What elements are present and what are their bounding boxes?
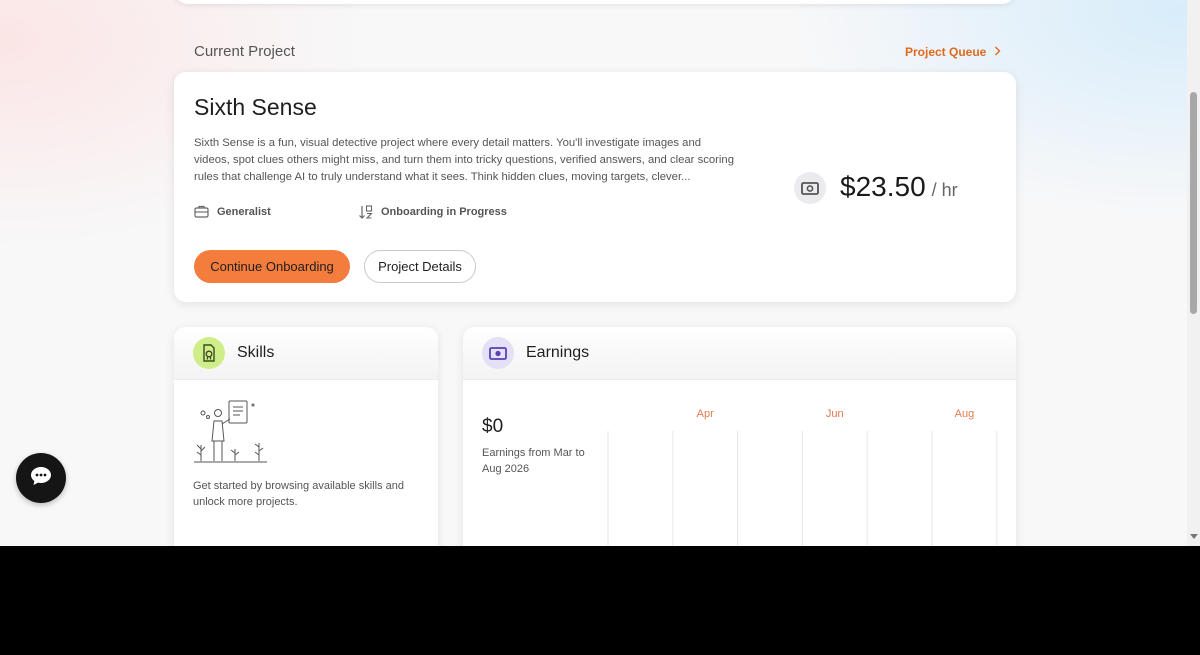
earnings-card: Earnings $0 Earnings from Mar to Aug 202… — [463, 327, 1016, 546]
project-queue-label: Project Queue — [905, 45, 987, 59]
chat-button[interactable] — [16, 453, 66, 503]
chart-tick-label: Apr — [697, 408, 714, 420]
project-role: Generalist — [194, 205, 271, 218]
rate-unit: / hr — [931, 180, 958, 200]
project-role-label: Generalist — [217, 205, 271, 218]
hourly-rate: $23.50 / hr — [840, 171, 958, 203]
project-queue-link[interactable]: Project Queue — [905, 45, 1001, 59]
section-title: Current Project — [194, 43, 295, 60]
chat-bubble-icon — [30, 466, 52, 491]
scrollbar-thumb[interactable] — [1190, 92, 1197, 314]
continue-onboarding-button[interactable]: Continue Onboarding — [194, 250, 350, 283]
briefcase-icon — [194, 205, 209, 218]
skills-card-header: Skills — [174, 327, 438, 380]
rate-amount: $23.50 — [840, 171, 926, 202]
skills-illustration — [193, 399, 273, 470]
page-viewport: Current Project Project Queue Sixth Sens… — [0, 0, 1200, 546]
scroll-down-arrow-icon[interactable] — [1190, 534, 1198, 539]
sort-arrows-icon — [358, 205, 373, 219]
earnings-chart: Apr Jun Aug — [607, 408, 998, 546]
project-card: Sixth Sense Sixth Sense is a fun, visual… — [174, 72, 1016, 302]
chart-tick-label: Jun — [826, 408, 844, 420]
project-title: Sixth Sense — [194, 94, 317, 120]
skills-description: Get started by browsing available skills… — [193, 480, 404, 508]
project-description: Sixth Sense is a fun, visual detective p… — [194, 137, 734, 183]
skills-card: Skills Get started by browsing available… — [174, 327, 438, 546]
project-details-button[interactable]: Project Details — [364, 250, 476, 283]
project-status-label: Onboarding in Progress — [381, 206, 507, 218]
scrollbar[interactable] — [1187, 0, 1200, 546]
project-status: Onboarding in Progress — [358, 205, 507, 219]
chevron-right-icon — [994, 45, 1001, 59]
chart-tick-label: Aug — [955, 408, 975, 420]
top-card — [174, 0, 1016, 4]
certificate-icon — [193, 337, 225, 369]
money-icon — [794, 172, 826, 204]
skills-title: Skills — [237, 344, 275, 361]
